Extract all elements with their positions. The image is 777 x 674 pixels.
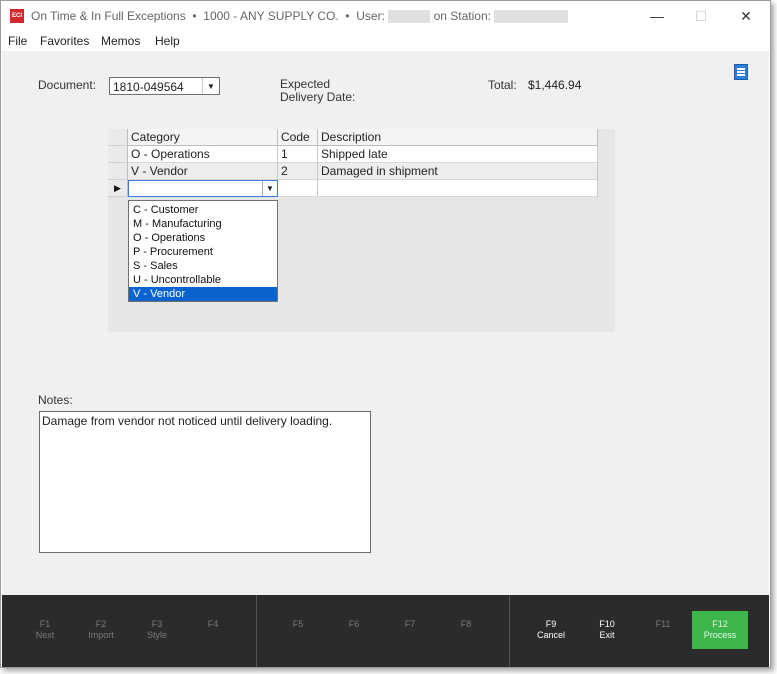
f11-key: F11	[655, 619, 671, 629]
fkey-divider	[509, 595, 510, 667]
category-combo-editor[interactable]: ▼	[128, 180, 278, 197]
header-code[interactable]: Code	[278, 129, 318, 146]
cell-code[interactable]: 2	[278, 163, 318, 180]
hamburger-menu-icon[interactable]	[734, 64, 748, 80]
grid-corner	[108, 129, 128, 146]
menu-favorites[interactable]: Favorites	[40, 34, 89, 48]
window-title-text: On Time & In Full Exceptions	[31, 9, 186, 23]
f3-key: F3	[151, 619, 163, 629]
function-key-bar: F1 Next F2 Import F3 Style F4 F5 F6 F7 F8 F…	[2, 595, 769, 667]
f6-button[interactable]: F6	[326, 595, 382, 667]
table-row[interactable]: O - Operations 1 Shipped late	[108, 146, 598, 163]
total-label: Total:	[488, 78, 517, 92]
cell-code[interactable]: 1	[278, 146, 318, 163]
f12-key: F12	[712, 619, 728, 629]
f6-key: F6	[348, 619, 360, 629]
grid-header-row: Category Code Description	[108, 129, 598, 146]
dropdown-option-manufacturing[interactable]: M - Manufacturing	[129, 217, 277, 231]
cell-code-new[interactable]	[278, 180, 318, 197]
fkey-divider	[256, 595, 257, 667]
maximize-icon: ☐	[694, 8, 708, 24]
f9-cancel-button[interactable]: F9 Cancel	[523, 595, 579, 667]
f3-label: Style	[146, 630, 167, 640]
title-bar: ECI On Time & In Full Exceptions • 1000 …	[1, 1, 770, 31]
notes-textarea[interactable]: Damage from vendor not noticed until del…	[39, 411, 371, 553]
header-category[interactable]: Category	[128, 129, 278, 146]
notes-label: Notes:	[38, 393, 73, 407]
chevron-down-icon[interactable]: ▼	[262, 181, 277, 196]
f9-label: Cancel	[536, 630, 565, 640]
expected-delivery-label-line2: Delivery Date:	[280, 90, 356, 104]
f2-key: F2	[95, 619, 107, 629]
new-table-row[interactable]: ▶ ▼	[108, 180, 598, 197]
document-select[interactable]: 1810-049564 ▼	[109, 77, 220, 95]
cell-description-new[interactable]	[318, 180, 598, 197]
close-button[interactable]: ✕	[726, 3, 766, 29]
current-row-indicator-icon[interactable]: ▶	[108, 180, 128, 197]
f8-button[interactable]: F8	[438, 595, 494, 667]
dropdown-option-vendor[interactable]: V - Vendor	[129, 287, 277, 301]
menu-file[interactable]: File	[8, 34, 27, 48]
f1-key: F1	[39, 619, 51, 629]
station-label: on Station:	[433, 9, 491, 23]
company-name: 1000 - ANY SUPPLY CO.	[203, 9, 339, 23]
minimize-button[interactable]: —	[637, 3, 677, 29]
menu-help[interactable]: Help	[155, 34, 180, 48]
f12-process-button[interactable]: F12 Process	[692, 611, 748, 649]
table-row[interactable]: V - Vendor 2 Damaged in shipment	[108, 163, 598, 180]
cell-category[interactable]: O - Operations	[128, 146, 278, 163]
cell-category[interactable]: V - Vendor	[128, 163, 278, 180]
chevron-down-icon[interactable]: ▼	[202, 78, 219, 94]
dropdown-option-procurement[interactable]: P - Procurement	[129, 245, 277, 259]
f12-label: Process	[703, 630, 737, 640]
f5-key: F5	[292, 619, 304, 629]
main-content: Document: 1810-049564 ▼ Expected Deliver…	[2, 51, 769, 595]
header-description[interactable]: Description	[318, 129, 598, 146]
window-title: On Time & In Full Exceptions • 1000 - AN…	[31, 9, 569, 24]
f10-exit-button[interactable]: F10 Exit	[579, 595, 635, 667]
f4-button[interactable]: F4	[185, 595, 241, 667]
dropdown-option-uncontrollable[interactable]: U - Uncontrollable	[129, 273, 277, 287]
maximize-button[interactable]: ☐	[681, 3, 721, 29]
eci-logo-icon: ECI	[10, 9, 24, 23]
app-window: ECI On Time & In Full Exceptions • 1000 …	[0, 0, 771, 668]
f3-style-button[interactable]: F3 Style	[129, 595, 185, 667]
menu-bar: File Favorites Memos Help	[1, 31, 770, 51]
dropdown-option-sales[interactable]: S - Sales	[129, 259, 277, 273]
cell-description[interactable]: Shipped late	[318, 146, 598, 163]
minimize-icon: —	[650, 8, 664, 24]
f2-import-button[interactable]: F2 Import	[73, 595, 129, 667]
station-name-redacted	[494, 10, 569, 24]
close-icon: ✕	[740, 8, 752, 24]
user-name-redacted	[388, 10, 431, 24]
row-header[interactable]	[108, 163, 128, 180]
f1-next-button[interactable]: F1 Next	[17, 595, 73, 667]
f7-key: F7	[404, 619, 416, 629]
document-label: Document:	[38, 78, 97, 92]
category-dropdown-list[interactable]: C - Customer M - Manufacturing O - Opera…	[128, 200, 278, 302]
f11-button[interactable]: F11	[635, 595, 691, 667]
document-value: 1810-049564	[113, 80, 184, 94]
user-label: User:	[356, 9, 385, 23]
f5-button[interactable]: F5	[270, 595, 326, 667]
f2-label: Import	[88, 630, 114, 640]
total-value: $1,446.94	[528, 78, 582, 92]
dropdown-option-customer[interactable]: C - Customer	[129, 203, 277, 217]
cell-description[interactable]: Damaged in shipment	[318, 163, 598, 180]
f8-key: F8	[460, 619, 472, 629]
f1-label: Next	[35, 630, 55, 640]
f10-label: Exit	[599, 630, 615, 640]
f7-button[interactable]: F7	[382, 595, 438, 667]
f9-key: F9	[545, 619, 557, 629]
dropdown-option-operations[interactable]: O - Operations	[129, 231, 277, 245]
menu-memos[interactable]: Memos	[101, 34, 140, 48]
expected-delivery-label-line1: Expected	[280, 77, 331, 91]
f4-key: F4	[207, 619, 219, 629]
f10-key: F10	[599, 619, 615, 629]
row-header[interactable]	[108, 146, 128, 163]
